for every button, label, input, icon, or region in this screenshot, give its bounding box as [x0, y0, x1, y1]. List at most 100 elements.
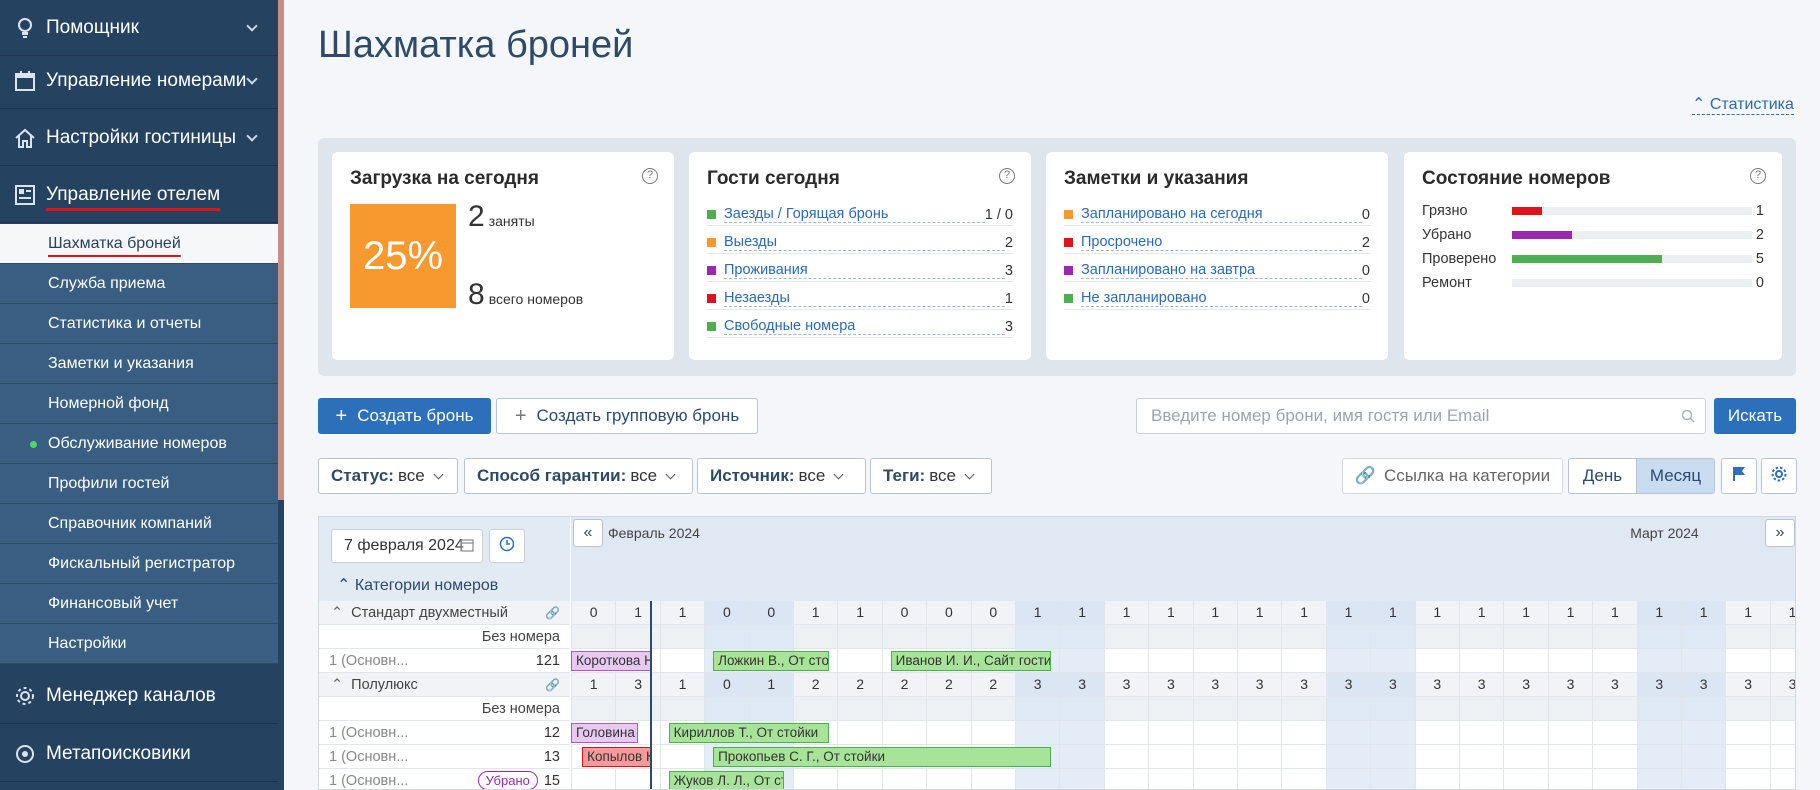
- room-row[interactable]: 1 (Основн... 12: [319, 721, 570, 745]
- day-cell[interactable]: [1636, 745, 1681, 769]
- view-month-button[interactable]: Месяц: [1636, 458, 1715, 494]
- filter-status[interactable]: Статус: все: [318, 458, 458, 494]
- day-cell[interactable]: [1459, 625, 1504, 649]
- day-cell[interactable]: [881, 697, 927, 721]
- sidebar-item-guest-profiles[interactable]: Профили гостей: [0, 464, 278, 504]
- help-icon[interactable]: ?: [642, 168, 658, 184]
- day-cell[interactable]: [1547, 769, 1593, 789]
- sidebar-group-channel-manager[interactable]: Менеджер каналов: [0, 668, 278, 724]
- booking-bar[interactable]: Кириллов Т., От стойки: [668, 723, 829, 743]
- day-cell[interactable]: [1148, 721, 1193, 745]
- day-cell[interactable]: [1148, 625, 1193, 649]
- day-cell[interactable]: [1281, 721, 1326, 745]
- day-cell[interactable]: [1636, 649, 1681, 673]
- sidebar-item-companies[interactable]: Справочник компаний: [0, 504, 278, 544]
- day-cell[interactable]: [615, 697, 660, 721]
- day-cell[interactable]: [1592, 745, 1637, 769]
- booking-bar[interactable]: Жуков Л. Л., От стойки: [668, 771, 785, 789]
- next-period-button[interactable]: »: [1765, 519, 1795, 547]
- day-cell[interactable]: [1503, 697, 1548, 721]
- day-cell[interactable]: [1725, 697, 1770, 721]
- settings-button[interactable]: [1761, 458, 1797, 494]
- day-cell[interactable]: [1592, 649, 1637, 673]
- sidebar-group-assistant[interactable]: Помощник: [0, 0, 278, 56]
- sidebar-item-notes[interactable]: Заметки и указания: [0, 344, 278, 384]
- sidebar-item-settings[interactable]: Настройки: [0, 624, 278, 664]
- day-cell[interactable]: [1725, 721, 1770, 745]
- date-picker[interactable]: 7 февраля 2024: [331, 529, 483, 563]
- stat-link[interactable]: Не запланировано: [1081, 290, 1362, 307]
- day-cell[interactable]: [1681, 721, 1726, 745]
- day-cell[interactable]: [970, 625, 1015, 649]
- day-cell[interactable]: [704, 625, 749, 649]
- day-cell[interactable]: [659, 649, 705, 673]
- stat-link[interactable]: Заезды / Горящая бронь: [724, 206, 985, 223]
- sidebar-group-hotel-settings[interactable]: Настройки гостиницы: [0, 110, 278, 166]
- sidebar-item-housekeeping[interactable]: Обслуживание номеров: [0, 424, 278, 464]
- day-cell[interactable]: [1148, 649, 1193, 673]
- day-cell[interactable]: [970, 721, 1015, 745]
- day-cell[interactable]: [1059, 721, 1104, 745]
- day-cell[interactable]: [926, 721, 971, 745]
- day-cell[interactable]: [1325, 769, 1371, 789]
- day-cell[interactable]: [793, 625, 838, 649]
- day-cell[interactable]: [881, 721, 927, 745]
- booking-bar[interactable]: Короткова Н: [571, 651, 651, 671]
- create-group-booking-button[interactable]: + Создать групповую бронь: [496, 398, 758, 434]
- stat-link[interactable]: Проживания: [724, 262, 1005, 279]
- day-cell[interactable]: [615, 769, 660, 789]
- create-booking-button[interactable]: + Создать бронь: [318, 398, 491, 434]
- day-cell[interactable]: [1103, 625, 1149, 649]
- stat-link[interactable]: Запланировано на завтра: [1081, 262, 1362, 279]
- day-cell[interactable]: [1281, 745, 1326, 769]
- day-cell[interactable]: [1769, 697, 1795, 721]
- sidebar-item-finance[interactable]: Финансовый учет: [0, 584, 278, 624]
- day-cell[interactable]: [1503, 769, 1548, 789]
- sidebar-group-metasearch[interactable]: Метапоисковики: [0, 726, 278, 782]
- booking-bar[interactable]: Копылов К.: [582, 747, 651, 767]
- day-cell[interactable]: [1636, 769, 1681, 789]
- day-cell[interactable]: [1503, 625, 1548, 649]
- day-cell[interactable]: [1237, 769, 1282, 789]
- day-cell[interactable]: [881, 769, 927, 789]
- day-cell[interactable]: [1681, 769, 1726, 789]
- day-cell[interactable]: [1148, 769, 1193, 789]
- day-cell[interactable]: [659, 745, 705, 769]
- day-cell[interactable]: [1681, 745, 1726, 769]
- day-cell[interactable]: [571, 697, 616, 721]
- day-cell[interactable]: [1370, 745, 1415, 769]
- sidebar-item-fiscal[interactable]: Фискальный регистратор: [0, 544, 278, 584]
- day-cell[interactable]: [1059, 745, 1104, 769]
- view-day-button[interactable]: День: [1568, 458, 1637, 494]
- day-cell[interactable]: [1414, 745, 1459, 769]
- stat-link[interactable]: Просрочено: [1081, 234, 1362, 251]
- categories-header[interactable]: ⌃ Категории номеров: [337, 575, 498, 595]
- stat-link[interactable]: Свободные номера: [724, 318, 1005, 335]
- day-cell[interactable]: [1370, 721, 1415, 745]
- day-cell[interactable]: [1281, 697, 1326, 721]
- day-cell[interactable]: [1015, 769, 1060, 789]
- day-cell[interactable]: [926, 697, 971, 721]
- day-cell[interactable]: [1370, 649, 1415, 673]
- day-cell[interactable]: [1103, 697, 1149, 721]
- sidebar-group-room-management[interactable]: Управление номерами: [0, 53, 278, 109]
- booking-bar[interactable]: Головина: [571, 723, 638, 743]
- day-cell[interactable]: [1281, 769, 1326, 789]
- day-cell[interactable]: [1459, 769, 1504, 789]
- day-cell[interactable]: [1681, 625, 1726, 649]
- day-cell[interactable]: [1103, 649, 1149, 673]
- booking-bar[interactable]: Прокопьев С. Г., От стойки: [713, 747, 1051, 767]
- day-cell[interactable]: [1015, 625, 1060, 649]
- day-cell[interactable]: [1769, 649, 1795, 673]
- day-cell[interactable]: [1414, 649, 1459, 673]
- day-cell[interactable]: [1281, 649, 1326, 673]
- category-row[interactable]: ⌃ Стандарт двухместный 🔗: [319, 601, 570, 625]
- day-cell[interactable]: [1015, 697, 1060, 721]
- day-cell[interactable]: [1192, 697, 1237, 721]
- day-cell[interactable]: [571, 769, 616, 789]
- day-cell[interactable]: [1547, 697, 1593, 721]
- day-cell[interactable]: [793, 697, 838, 721]
- day-cell[interactable]: [571, 625, 616, 649]
- day-cell[interactable]: [1414, 721, 1459, 745]
- day-cell[interactable]: [1547, 745, 1593, 769]
